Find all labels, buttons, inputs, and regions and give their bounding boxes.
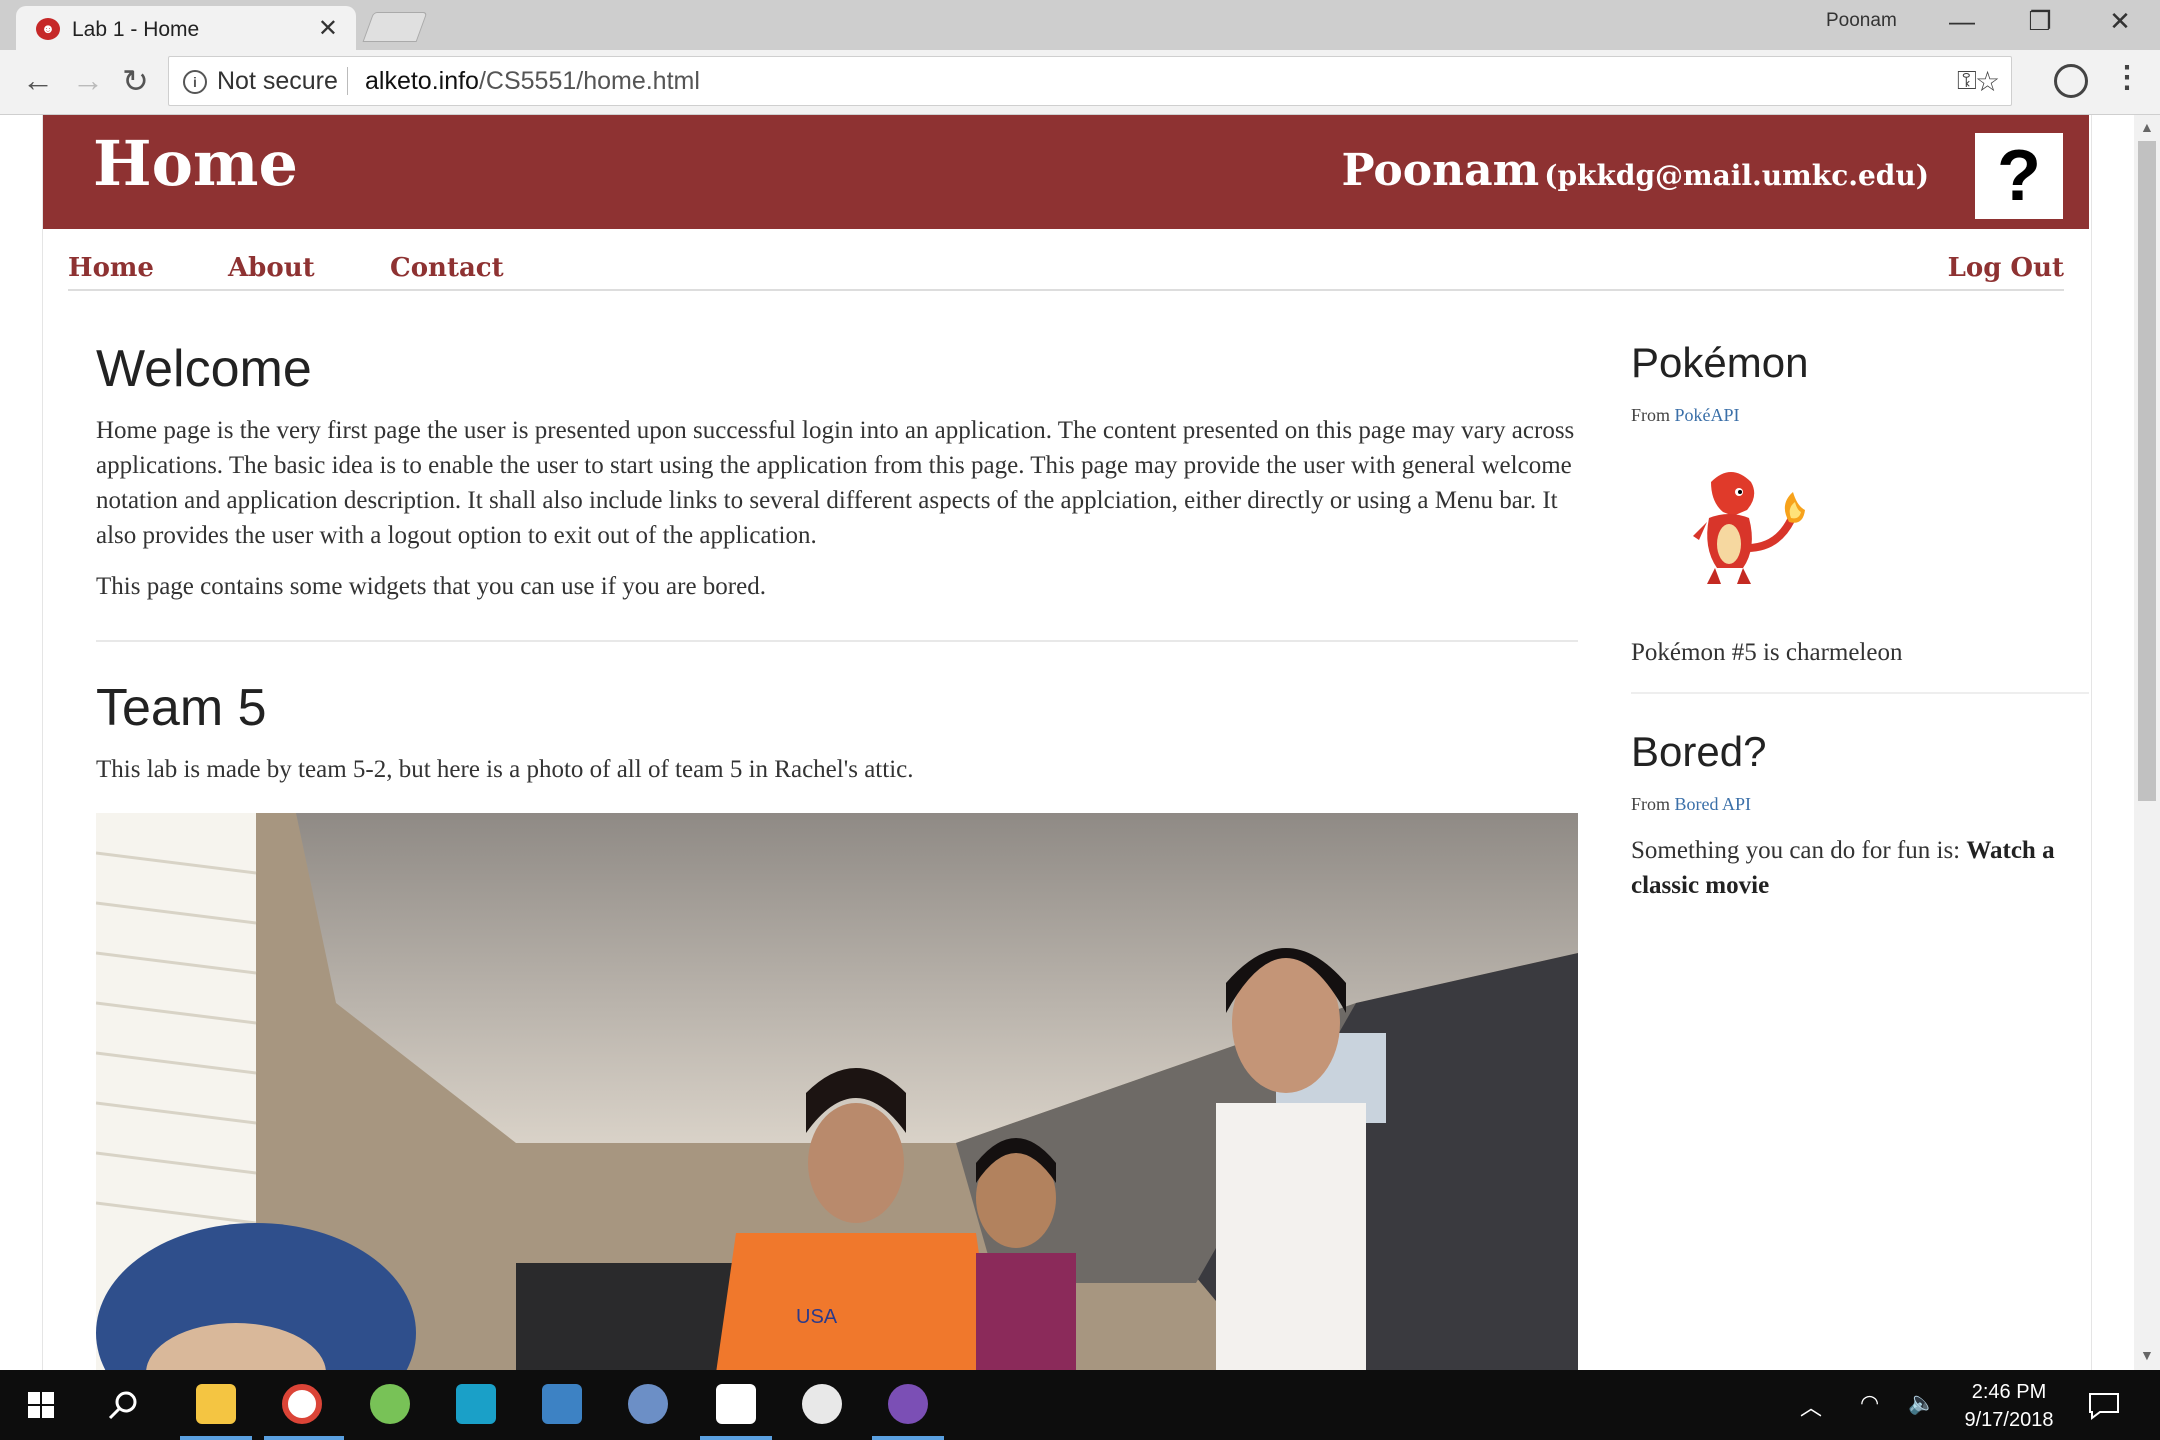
logout-link[interactable]: Log Out: [1948, 253, 2064, 283]
team-photo: USA: [96, 813, 1578, 1370]
windows-taskbar: ︿ ◠ 🔈 2:46 PM 9/17/2018: [0, 1370, 2160, 1440]
search-icon[interactable]: [108, 1390, 138, 1420]
android-studio-icon[interactable]: [370, 1384, 410, 1424]
browser-menu-icon[interactable]: ⋮: [2112, 60, 2142, 95]
chrome-icon[interactable]: [282, 1384, 322, 1424]
wifi-icon[interactable]: ◠: [1860, 1390, 1879, 1416]
user-email: (pkkdg@mail.umkc.edu): [1544, 159, 1929, 192]
url-path: /CS5551/home.html: [478, 67, 700, 95]
user-info: Poonam (pkkdg@mail.umkc.edu): [1341, 145, 1929, 196]
system-clock[interactable]: 2:46 PM 9/17/2018: [1954, 1378, 2064, 1434]
sticky-notes-icon[interactable]: [716, 1384, 756, 1424]
bored-source: From Bored API: [1631, 794, 2091, 815]
nav-contact-link[interactable]: Contact: [390, 253, 504, 283]
user-name: Poonam: [1341, 145, 1540, 196]
bored-api-link[interactable]: Bored API: [1675, 794, 1752, 814]
back-icon[interactable]: ←: [22, 62, 54, 99]
charmeleon-sprite: [1693, 472, 1805, 584]
bored-heading: Bored?: [1631, 728, 1767, 775]
divider: [347, 67, 348, 95]
url-host: alketo.info: [365, 67, 479, 95]
address-bar[interactable]: i Not secure alketo.info/CS5551/home.htm…: [168, 56, 2012, 106]
pokemon-from-label: From: [1631, 405, 1671, 425]
active-indicator: [264, 1436, 344, 1440]
security-label[interactable]: Not secure: [217, 67, 338, 96]
new-tab-button[interactable]: [362, 12, 428, 42]
divider: [96, 640, 1578, 642]
avatar: ?: [1975, 133, 2063, 219]
pokeapi-link[interactable]: PokéAPI: [1675, 405, 1740, 425]
browser-tab[interactable]: ☻ Lab 1 - Home ✕: [16, 6, 356, 50]
tab-close-icon[interactable]: ✕: [318, 14, 338, 43]
windows-start-icon[interactable]: [28, 1392, 54, 1418]
widgets-text: This page contains some widgets that you…: [96, 573, 766, 600]
pokemon-source: From PokéAPI: [1631, 405, 2091, 426]
app-icon[interactable]: [542, 1384, 582, 1424]
team-text: This lab is made by team 5-2, but here i…: [96, 756, 914, 783]
file-explorer-icon[interactable]: [196, 1384, 236, 1424]
reload-icon[interactable]: ↻: [122, 62, 149, 100]
notifications-icon[interactable]: [2088, 1392, 2120, 1420]
github-desktop-icon[interactable]: [888, 1384, 928, 1424]
tray-chevron-icon[interactable]: ︿: [1800, 1390, 1822, 1422]
welcome-text: Home page is the very first page the use…: [96, 417, 1575, 549]
page-viewport: Home Poonam (pkkdg@mail.umkc.edu) ? Home…: [0, 115, 2134, 1370]
nav-about-link[interactable]: About: [228, 253, 315, 283]
info-icon[interactable]: i: [183, 70, 207, 94]
browser-titlebar: ☻ Lab 1 - Home ✕ Poonam — ❐ ✕: [0, 0, 2160, 50]
site-header: Home Poonam (pkkdg@mail.umkc.edu) ?: [43, 115, 2089, 229]
extension-icon[interactable]: [2054, 64, 2088, 98]
bookmark-star-icon[interactable]: ☆: [1975, 65, 2000, 98]
page-scrollbar[interactable]: ▲ ▼: [2134, 115, 2160, 1370]
pokemon-heading: Pokémon: [1631, 339, 1809, 386]
volume-icon[interactable]: 🔈: [1908, 1390, 1935, 1416]
main-content: Welcome Home page is the very first page…: [96, 339, 1578, 1370]
scroll-down-icon[interactable]: ▼: [2140, 1347, 2154, 1363]
welcome-heading: Welcome: [96, 340, 312, 398]
key-icon[interactable]: ⚿: [1957, 65, 1977, 97]
bored-prefix: Something you can do for fun is:: [1631, 837, 1961, 864]
minimize-icon[interactable]: —: [1932, 6, 1992, 37]
sidebar: Pokémon From PokéAPI Pokémon #5 is charm…: [1631, 339, 2091, 903]
page-title: Home: [93, 127, 298, 200]
restore-icon[interactable]: ❐: [2010, 6, 2070, 37]
scroll-thumb[interactable]: [2138, 141, 2156, 801]
webstorm-icon[interactable]: [456, 1384, 496, 1424]
smiley-icon[interactable]: [802, 1384, 842, 1424]
browser-toolbar: ← → ↻ i Not secure alketo.info/CS5551/ho…: [0, 50, 2160, 115]
clock-time: 2:46 PM: [1971, 1381, 2047, 1403]
clock-date: 9/17/2018: [1964, 1409, 2054, 1431]
url-text[interactable]: alketo.info/CS5551/home.html: [365, 67, 700, 96]
team-photo-image: USA: [96, 813, 1578, 1370]
nav-bar: Home About Contact Log Out: [68, 245, 2064, 291]
divider: [1631, 692, 2089, 694]
forward-icon[interactable]: →: [72, 62, 104, 99]
shirt-print: USA: [796, 1306, 838, 1328]
nav-home-link[interactable]: Home: [68, 253, 154, 283]
close-window-icon[interactable]: ✕: [2090, 6, 2150, 37]
profile-name[interactable]: Poonam: [1826, 10, 1897, 32]
active-indicator: [180, 1436, 252, 1440]
favicon-icon: ☻: [36, 18, 60, 40]
pokemon-text: Pokémon #5 is charmeleon: [1631, 639, 1903, 666]
active-indicator: [700, 1436, 772, 1440]
bored-from-label: From: [1631, 794, 1671, 814]
team-heading: Team 5: [96, 679, 267, 737]
r-icon[interactable]: [628, 1384, 668, 1424]
active-indicator: [872, 1436, 944, 1440]
bored-text: Something you can do for fun is: Watch a…: [1631, 833, 2091, 903]
scroll-up-icon[interactable]: ▲: [2140, 119, 2154, 135]
tab-title: Lab 1 - Home: [72, 18, 200, 41]
